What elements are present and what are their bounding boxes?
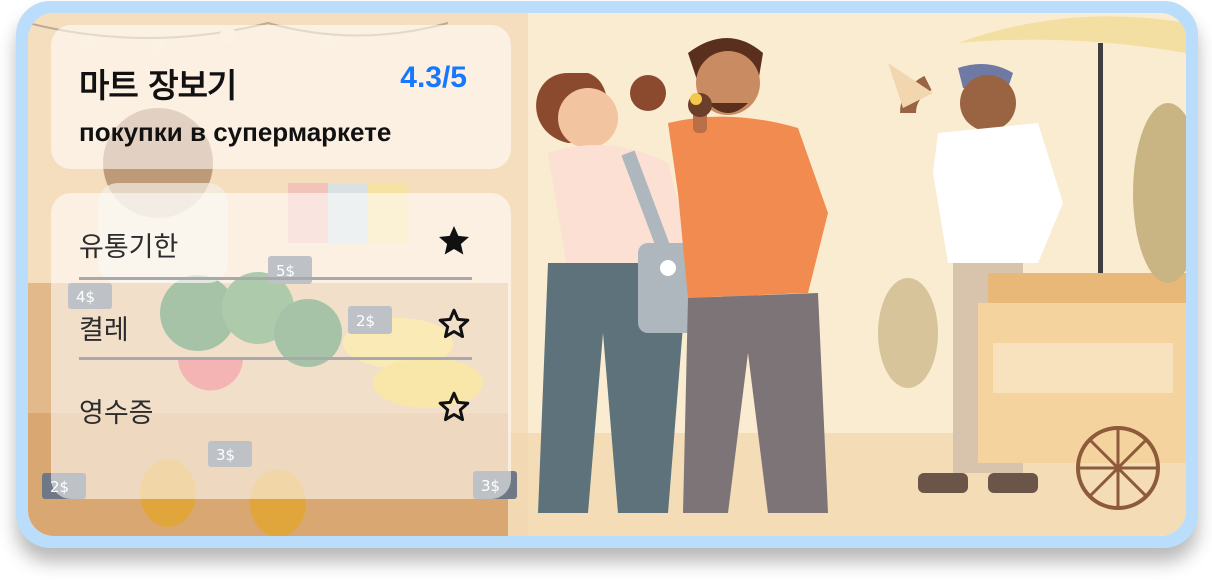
checklist-item[interactable]: 유통기한: [79, 205, 472, 285]
rating-label: 4.3/5: [400, 61, 467, 94]
checklist-item-label: 영수증: [79, 398, 154, 429]
page-title: 마트 장보기: [79, 66, 237, 105]
star-outline-icon[interactable]: [436, 389, 472, 425]
checklist-item[interactable]: 켤레: [79, 288, 472, 368]
checklist-item-label: 켤레: [79, 315, 129, 346]
market-card[interactable]: 5$ 4$ 2$ 3$ 2$ 3$: [16, 1, 1198, 548]
checklist-item-label: 유통기한: [79, 232, 179, 263]
title-panel: 마트 장보기 4.3/5 покупки в супермаркете: [51, 25, 511, 169]
checklist-item[interactable]: 영수증: [79, 371, 472, 451]
star-filled-icon[interactable]: [436, 223, 472, 259]
divider: [79, 357, 472, 360]
page-subtitle: покупки в супермаркете: [79, 117, 392, 147]
star-outline-icon[interactable]: [436, 306, 472, 342]
divider: [79, 277, 472, 280]
checklist-panel: 유통기한 켤레 영수증: [51, 193, 511, 499]
